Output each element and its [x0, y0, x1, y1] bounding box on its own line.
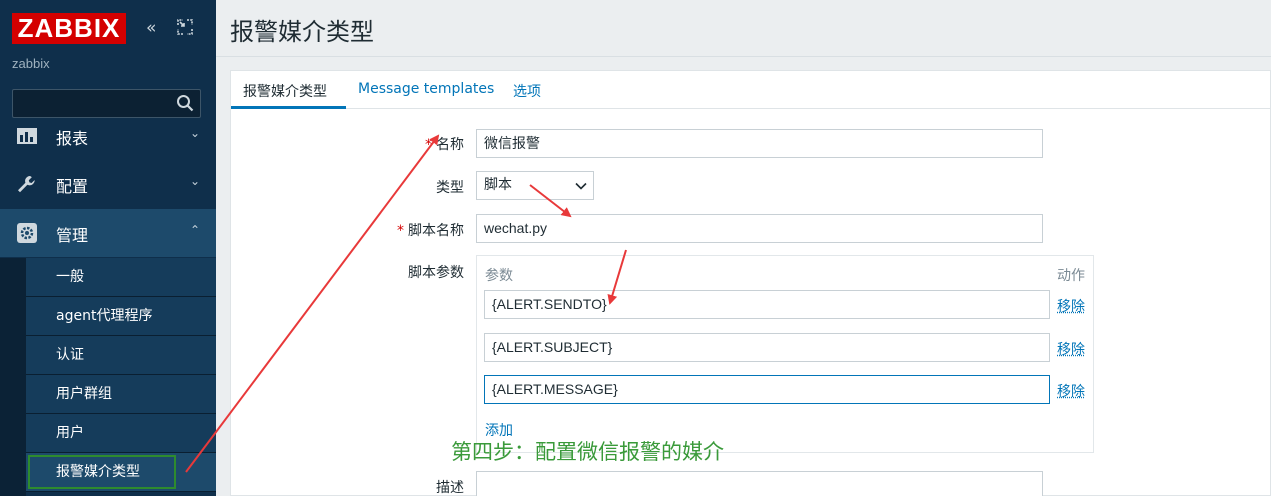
name-label: * 名称 [381, 134, 464, 154]
page-title: 报警媒介类型 [230, 12, 374, 47]
zabbix-logo[interactable]: ZABBIX [12, 13, 126, 44]
description-textarea[interactable] [476, 471, 1043, 496]
sidebar-search-input[interactable] [12, 89, 201, 118]
menu-label-configuration: 配置 [56, 173, 88, 197]
gear-icon [16, 223, 38, 243]
remove-param-link[interactable]: 移除 [1057, 339, 1085, 359]
header-divider [216, 56, 1271, 57]
tab-bar: 报警媒介类型 Message templates 选项 [231, 71, 1271, 109]
param-input[interactable]: {ALERT.SENDTO} [484, 290, 1050, 319]
type-select-value: 脚本 [484, 177, 512, 193]
type-select[interactable]: 脚本 [476, 171, 594, 200]
script-name-label: * 脚本名称 [351, 220, 464, 240]
menu-label-reports: 报表 [56, 125, 88, 149]
submenu-item-user-groups[interactable]: 用户群组 [26, 375, 216, 414]
submenu-item-users[interactable]: 用户 [26, 414, 216, 453]
submenu-gutter [0, 258, 26, 496]
menu-item-configuration[interactable]: 配置 ⌄ [0, 160, 216, 208]
search-icon[interactable] [176, 94, 194, 112]
script-name-input[interactable]: wechat.py [476, 214, 1043, 243]
tab-options[interactable]: 选项 [513, 81, 541, 101]
menu-item-administration[interactable]: 管理 ⌃ [0, 209, 216, 257]
chevron-down-icon [575, 180, 587, 192]
type-label: 类型 [381, 177, 464, 197]
highlight-box [28, 455, 176, 489]
tab-media-type[interactable]: 报警媒介类型 [243, 81, 327, 101]
wrench-icon [16, 174, 38, 194]
chevron-down-icon: ⌄ [190, 126, 200, 140]
param-input[interactable]: {ALERT.SUBJECT} [484, 333, 1050, 362]
menu-item-reports[interactable]: 报表 ⌄ [0, 118, 216, 158]
name-input[interactable]: 微信报警 [476, 129, 1043, 158]
remove-param-link[interactable]: 移除 [1057, 296, 1085, 316]
params-column-header: 参数 [485, 265, 513, 285]
action-column-header: 动作 [1057, 265, 1085, 285]
script-params-label: 脚本参数 [351, 262, 464, 282]
submenu-item-authentication[interactable]: 认证 [26, 336, 216, 375]
menu-label-administration: 管理 [56, 222, 88, 246]
collapse-sidebar-icon[interactable]: « [146, 18, 156, 38]
server-name: zabbix [12, 56, 50, 71]
tab-message-templates[interactable]: Message templates [358, 81, 494, 97]
remove-param-link[interactable]: 移除 [1057, 381, 1085, 401]
annotation-text: 第四步：配置微信报警的媒介 [451, 436, 724, 466]
description-label: 描述 [381, 477, 464, 496]
chart-icon [16, 126, 38, 146]
active-tab-indicator [231, 106, 346, 109]
chevron-up-icon: ⌃ [190, 223, 200, 237]
media-type-form-card: 报警媒介类型 Message templates 选项 * 名称 微信报警 类型 … [230, 70, 1271, 496]
script-params-table: 参数 动作 {ALERT.SENDTO} 移除 {ALERT.SUBJECT} … [476, 255, 1094, 453]
param-input[interactable]: {ALERT.MESSAGE} [484, 375, 1050, 404]
submenu-item-proxies[interactable]: agent代理程序 [26, 297, 216, 336]
submenu-item-general[interactable]: 一般 [26, 258, 216, 297]
chevron-down-icon: ⌄ [190, 174, 200, 188]
sidebar: ZABBIX « zabbix 报表 ⌄ 配置 ⌄ 管理 ⌃ 一般 agent代… [0, 0, 216, 496]
kiosk-mode-icon[interactable] [176, 18, 194, 41]
